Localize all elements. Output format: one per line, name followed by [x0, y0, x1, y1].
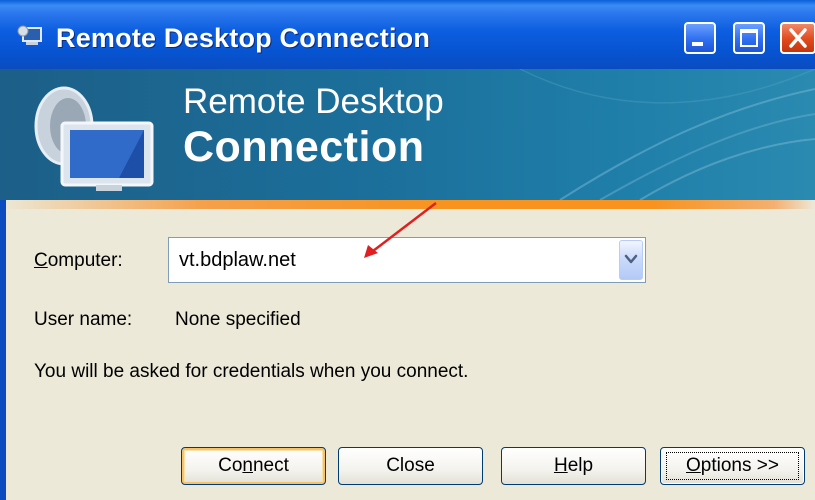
- remote-desktop-monitor-icon: [34, 86, 154, 191]
- options-button[interactable]: Options >>: [660, 447, 805, 485]
- username-label: User name:: [34, 309, 133, 330]
- credentials-info-text: You will be asked for credentials when y…: [34, 361, 469, 382]
- banner: Remote Desktop Connection: [0, 69, 815, 200]
- focus-rectangle: [666, 452, 799, 480]
- app-icon: [17, 25, 42, 45]
- computer-label: Computer:: [34, 250, 123, 272]
- close-window-button[interactable]: [780, 22, 815, 54]
- remote-desktop-window: Remote Desktop Connection Remote Desktop…: [0, 0, 815, 500]
- computer-input-value[interactable]: vt.bdplaw.net: [179, 249, 296, 271]
- banner-title-line1: Remote Desktop: [183, 82, 444, 121]
- minimize-icon: [692, 42, 703, 46]
- connect-label-pre: Co: [218, 455, 243, 476]
- computer-label-mnemonic: C: [34, 250, 48, 271]
- close-icon: [789, 28, 807, 48]
- computer-label-text: omputer:: [47, 250, 123, 271]
- help-label-mnemonic: H: [553, 455, 568, 476]
- close-label: Close: [386, 455, 435, 476]
- chevron-down-icon: [624, 254, 638, 264]
- minimize-button[interactable]: [684, 22, 716, 54]
- maximize-button[interactable]: [733, 22, 765, 54]
- connect-label-post: nect: [252, 455, 289, 476]
- title-bar[interactable]: Remote Desktop Connection: [0, 0, 815, 69]
- help-label-post: elp: [567, 455, 594, 476]
- window-border: [0, 200, 6, 500]
- close-button[interactable]: Close: [338, 447, 483, 485]
- banner-accent-bar: [0, 200, 815, 209]
- help-button[interactable]: Help: [501, 447, 646, 485]
- connect-button[interactable]: Connect: [181, 447, 326, 485]
- maximize-icon: [740, 29, 758, 47]
- computer-combobox[interactable]: vt.bdplaw.net: [168, 237, 646, 283]
- banner-title-line2: Connection: [183, 123, 425, 171]
- computer-dropdown-button[interactable]: [619, 240, 643, 280]
- connect-label-mnemonic: n: [242, 455, 253, 476]
- username-value: None specified: [175, 309, 301, 330]
- window-title: Remote Desktop Connection: [56, 23, 431, 53]
